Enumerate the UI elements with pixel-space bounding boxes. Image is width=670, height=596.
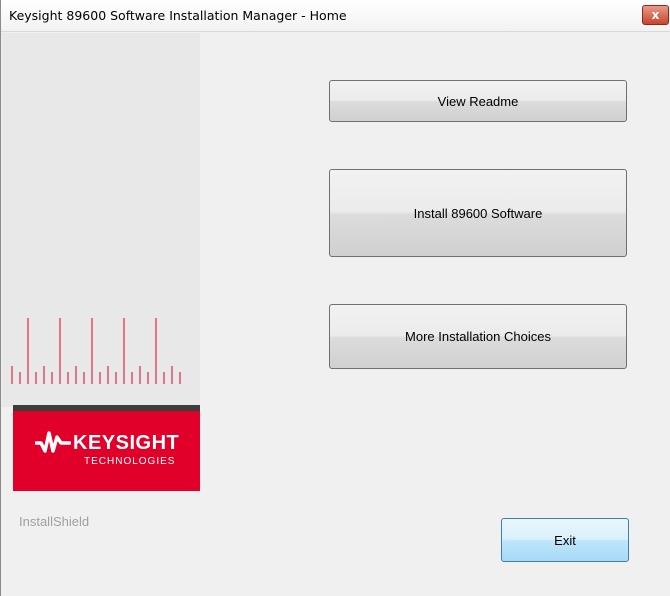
view-readme-label: View Readme	[437, 93, 519, 109]
tick-marks-decoration	[11, 318, 181, 384]
exit-button[interactable]: Exit	[501, 518, 629, 562]
brand-name: KEYSIGHT	[73, 432, 180, 454]
title-bar[interactable]: Keysight 89600 Software Installation Man…	[1, 0, 670, 32]
brand-sub: TECHNOLOGIES	[84, 456, 176, 467]
close-icon: x	[651, 8, 660, 22]
keysight-logo-box: KEYSIGHT TECHNOLOGIES	[13, 411, 200, 491]
keysight-wave-logo-icon	[35, 431, 71, 453]
view-readme-button[interactable]: View Readme	[329, 80, 627, 122]
close-button[interactable]: x	[642, 5, 669, 25]
more-installation-choices-label: More Installation Choices	[405, 329, 551, 344]
more-installation-choices-button[interactable]: More Installation Choices	[329, 304, 627, 369]
window-title: Keysight 89600 Software Installation Man…	[9, 8, 347, 23]
install-software-button[interactable]: Install 89600 Software	[329, 169, 627, 257]
exit-label: Exit	[554, 532, 576, 548]
installer-window: Keysight 89600 Software Installation Man…	[0, 0, 670, 596]
installshield-label: InstallShield	[19, 514, 90, 529]
install-software-label: Install 89600 Software	[413, 205, 543, 221]
